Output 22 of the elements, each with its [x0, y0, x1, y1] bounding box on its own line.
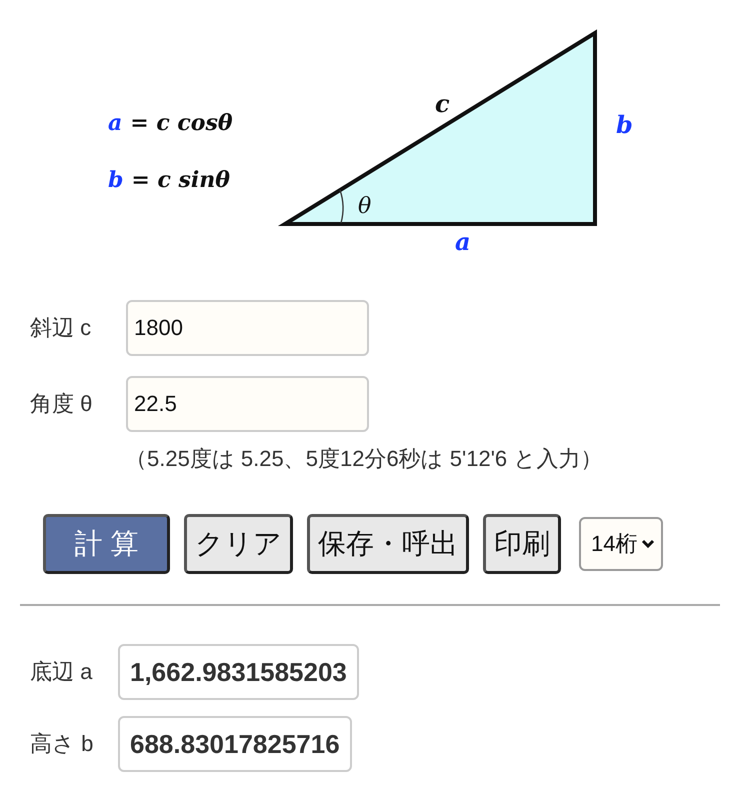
result-label: 高さ b [30, 730, 94, 758]
field-label: 角度 θ [30, 390, 94, 418]
input-field[interactable]: 22.5 [126, 376, 369, 432]
input-field[interactable]: 1800 [126, 300, 369, 356]
digits-select[interactable]: 14桁 [579, 517, 664, 571]
angle-label: θ [358, 194, 372, 219]
field-label: 斜辺 c [30, 314, 92, 342]
side-label: c [435, 89, 450, 118]
button[interactable]: 保存・呼出 [307, 514, 469, 574]
button[interactable]: クリア [184, 514, 293, 574]
result-field: 1,662.9831585203 [118, 644, 359, 700]
angle-arc [339, 190, 344, 224]
chevron-down-icon [641, 539, 656, 549]
input-hint: （5.25度は 5.25、5度12分6秒は 5'12'6 と入力） [124, 445, 604, 473]
formula: b = c sinθ [108, 167, 230, 193]
button[interactable]: 印刷 [483, 514, 561, 574]
side-label: a [455, 227, 471, 256]
formula: a = c cosθ [108, 110, 233, 136]
calculate-button[interactable]: 計 算 [43, 514, 170, 574]
result-field: 688.83017825716 [118, 716, 352, 772]
side-label: b [616, 110, 633, 139]
result-label: 底辺 a [30, 658, 94, 686]
